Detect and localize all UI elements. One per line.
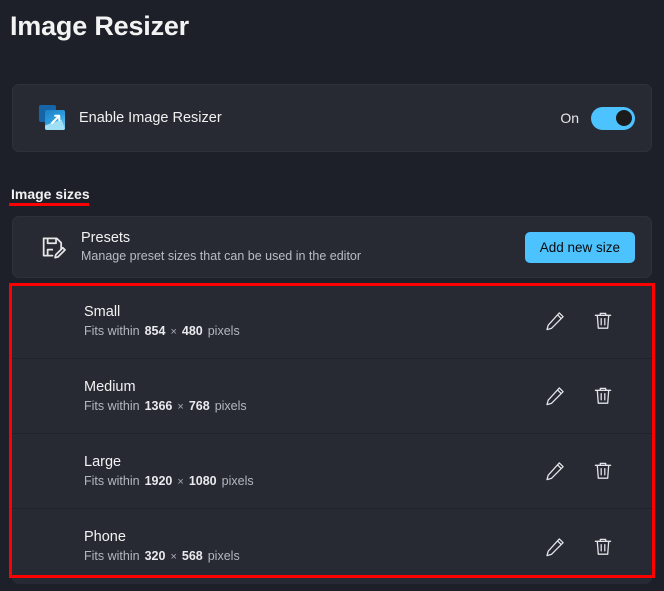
preset-height: 1080	[189, 473, 217, 490]
save-edit-icon	[39, 233, 67, 261]
edit-preset-button[interactable]	[544, 385, 566, 407]
preset-row-large[interactable]: Large Fits within 1920 × 1080 pixels	[12, 434, 652, 509]
preset-height: 568	[182, 548, 203, 565]
preset-width: 1920	[145, 473, 173, 490]
preset-dims-unit: pixels	[222, 473, 254, 490]
preset-height: 480	[182, 323, 203, 340]
presets-title: Presets	[81, 229, 525, 248]
edit-preset-button[interactable]	[544, 310, 566, 332]
toggle-state-label: On	[560, 110, 579, 126]
pencil-icon	[544, 460, 566, 482]
add-new-size-button[interactable]: Add new size	[525, 232, 635, 263]
preset-row-medium[interactable]: Medium Fits within 1366 × 768 pixels	[12, 359, 652, 434]
preset-dimensions: Fits within 320 × 568 pixels	[84, 548, 544, 566]
trash-icon	[592, 536, 614, 558]
preset-dims-separator: ×	[177, 399, 183, 416]
preset-info: Large Fits within 1920 × 1080 pixels	[84, 452, 544, 491]
presets-text-block: Presets Manage preset sizes that can be …	[81, 229, 525, 265]
enable-image-resizer-card: Enable Image Resizer On	[12, 84, 652, 152]
preset-dims-unit: pixels	[208, 323, 240, 340]
preset-dims-separator: ×	[170, 324, 176, 341]
presets-subtitle: Manage preset sizes that can be used in …	[81, 248, 525, 265]
preset-name: Small	[84, 302, 544, 322]
delete-preset-button[interactable]	[592, 460, 614, 482]
trash-icon	[592, 385, 614, 407]
preset-name: Large	[84, 452, 544, 472]
preset-dims-unit: pixels	[215, 398, 247, 415]
row-actions	[544, 460, 614, 482]
preset-row-small[interactable]: Small Fits within 854 × 480 pixels	[12, 284, 652, 359]
presets-card: Presets Manage preset sizes that can be …	[12, 216, 652, 278]
trash-icon	[592, 310, 614, 332]
row-actions	[544, 310, 614, 332]
page-title: Image Resizer	[10, 6, 189, 46]
image-resizer-app-icon	[39, 105, 65, 131]
preset-dims-separator: ×	[170, 549, 176, 566]
preset-dimensions: Fits within 1920 × 1080 pixels	[84, 473, 544, 491]
image-sizes-section-header: Image sizes	[11, 186, 90, 202]
preset-width: 320	[145, 548, 166, 565]
preset-width: 854	[145, 323, 166, 340]
preset-info: Phone Fits within 320 × 568 pixels	[84, 527, 544, 566]
preset-dims-prefix: Fits within	[84, 548, 140, 565]
preset-info: Small Fits within 854 × 480 pixels	[84, 302, 544, 341]
preset-size-list: Small Fits within 854 × 480 pixels	[12, 284, 652, 584]
preset-dims-prefix: Fits within	[84, 323, 140, 340]
pencil-icon	[544, 536, 566, 558]
preset-dims-prefix: Fits within	[84, 473, 140, 490]
resize-arrow-icon	[48, 112, 63, 127]
trash-icon	[592, 460, 614, 482]
image-sizes-underline-annotation	[9, 203, 89, 206]
toggle-knob	[616, 110, 632, 126]
preset-height: 768	[189, 398, 210, 415]
preset-dims-unit: pixels	[208, 548, 240, 565]
preset-width: 1366	[145, 398, 173, 415]
preset-dims-prefix: Fits within	[84, 398, 140, 415]
delete-preset-button[interactable]	[592, 310, 614, 332]
edit-preset-button[interactable]	[544, 536, 566, 558]
edit-preset-button[interactable]	[544, 460, 566, 482]
preset-name: Medium	[84, 377, 544, 397]
row-actions	[544, 536, 614, 558]
preset-name: Phone	[84, 527, 544, 547]
preset-dims-separator: ×	[177, 474, 183, 491]
delete-preset-button[interactable]	[592, 536, 614, 558]
pencil-icon	[544, 310, 566, 332]
row-actions	[544, 385, 614, 407]
enable-image-resizer-label: Enable Image Resizer	[79, 110, 560, 126]
delete-preset-button[interactable]	[592, 385, 614, 407]
preset-dimensions: Fits within 854 × 480 pixels	[84, 323, 544, 341]
pencil-icon	[544, 385, 566, 407]
enable-image-resizer-toggle[interactable]	[591, 107, 635, 130]
preset-dimensions: Fits within 1366 × 768 pixels	[84, 398, 544, 416]
preset-row-phone[interactable]: Phone Fits within 320 × 568 pixels	[12, 509, 652, 584]
preset-info: Medium Fits within 1366 × 768 pixels	[84, 377, 544, 416]
